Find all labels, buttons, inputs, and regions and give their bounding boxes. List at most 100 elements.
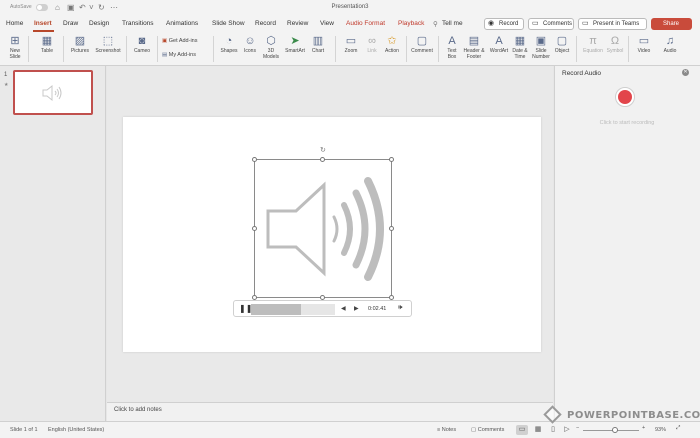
resize-handle[interactable] [389, 226, 394, 231]
slide-thumbnail[interactable] [13, 70, 93, 115]
record-button[interactable]: ◉ Record [484, 18, 524, 30]
comment-button[interactable]: ▢ Comment [410, 34, 434, 54]
zoom-level[interactable]: 93% [655, 427, 666, 433]
slide-number-button[interactable]: ▣ Slide Number [530, 34, 552, 60]
resize-handle[interactable] [252, 226, 257, 231]
video-icon: ▭ [638, 35, 650, 47]
pictures-button[interactable]: ▨ Pictures [68, 34, 92, 54]
equation-label: Equation [583, 48, 603, 54]
3d-models-button[interactable]: ⬡ 3D Models [260, 34, 282, 60]
animation-star-icon: ★ [4, 82, 9, 88]
comment-label: Comment [411, 48, 433, 54]
thumbnail-pane [0, 66, 106, 421]
resize-handle[interactable] [320, 157, 325, 162]
tab-insert[interactable]: Insert [34, 20, 52, 27]
tell-me[interactable]: Tell me [442, 20, 463, 27]
get-addins-button[interactable]: ▣ Get Add-ins [162, 38, 197, 45]
zoom-label: Zoom [344, 48, 358, 54]
tab-home[interactable]: Home [6, 20, 23, 27]
resize-handle[interactable] [389, 157, 394, 162]
new-slide-label: New Slide [9, 48, 21, 60]
link-button[interactable]: ∞ Link [363, 34, 381, 54]
resize-handle[interactable] [252, 157, 257, 162]
comment-icon: ▢ [416, 35, 428, 47]
comments-button[interactable]: ▭ Comments [528, 18, 574, 30]
notes-pane[interactable]: Click to add notes [107, 402, 553, 421]
close-icon[interactable]: ✕ [682, 69, 689, 76]
tab-slide-show[interactable]: Slide Show [212, 20, 245, 27]
slide-count: Slide 1 of 1 [10, 427, 38, 433]
chart-label: Chart [311, 48, 325, 54]
ribbon-divider [576, 36, 577, 62]
tab-audio-format[interactable]: Audio Format [346, 20, 385, 27]
new-slide-icon: ⊞ [10, 35, 20, 47]
shapes-button[interactable]: ◔ Shapes [218, 34, 240, 54]
link-icon: ∞ [368, 35, 376, 47]
record-audio-button[interactable] [615, 87, 635, 107]
tab-draw[interactable]: Draw [63, 20, 78, 27]
tab-playback[interactable]: Playback [398, 20, 424, 27]
pictures-label: Pictures [70, 48, 90, 54]
smartart-button[interactable]: ➤ SmartArt [283, 34, 307, 54]
tab-animations[interactable]: Animations [166, 20, 198, 27]
cube-icon: ⬡ [266, 35, 276, 47]
table-button[interactable]: ▦ Table [36, 34, 58, 54]
action-button[interactable]: ✩ Action [382, 34, 402, 54]
present-teams-label: Present in Teams [593, 21, 640, 27]
skip-back-icon[interactable]: ◀ [341, 306, 346, 312]
volume-icon[interactable]: 🕪 [398, 304, 402, 311]
skip-forward-icon[interactable]: ▶ [354, 306, 359, 312]
ribbon-divider [406, 36, 407, 62]
chart-button[interactable]: ▥ Chart [308, 34, 328, 54]
zoom-slider-track[interactable] [583, 430, 639, 431]
share-button[interactable]: Share [651, 18, 692, 30]
slide-number-label: Slide Number [532, 48, 550, 60]
zoom-button[interactable]: ▭ Zoom [340, 34, 362, 54]
tab-transitions[interactable]: Transitions [122, 20, 154, 27]
notes-toggle[interactable]: ≡ Notes [437, 427, 456, 433]
comments-label: Comments [543, 21, 573, 27]
tab-review[interactable]: Review [287, 20, 308, 27]
normal-view-button[interactable]: ▭ [516, 425, 528, 435]
language-status[interactable]: English (United States) [48, 427, 104, 433]
selection-box[interactable] [254, 159, 392, 298]
audio-progress-track[interactable] [251, 304, 335, 315]
date-time-button[interactable]: ▦ Date & Time [511, 34, 529, 60]
new-slide-button[interactable]: ⊞ New Slide [5, 34, 25, 60]
share-label: Share [663, 21, 680, 27]
tab-design[interactable]: Design [89, 20, 109, 27]
cameo-button[interactable]: ◙ Cameo [131, 34, 153, 54]
equation-button[interactable]: π Equation [580, 34, 606, 54]
symbol-button[interactable]: Ω Symbol [605, 34, 625, 54]
comment-icon: ▭ [532, 20, 539, 27]
tab-view[interactable]: View [320, 20, 334, 27]
object-button[interactable]: ▢ Object [552, 34, 572, 54]
comments-toggle[interactable]: ▢ Comments [471, 427, 504, 433]
ribbon-divider [157, 36, 158, 62]
audio-button[interactable]: ♫ Audio [659, 34, 681, 54]
text-box-button[interactable]: A Text Box [443, 34, 461, 60]
rotate-handle-icon[interactable]: ↻ [320, 147, 326, 154]
screenshot-icon: ⬚ [102, 35, 114, 47]
tab-record[interactable]: Record [255, 20, 276, 27]
text-box-icon: A [448, 35, 456, 47]
action-label: Action [385, 48, 399, 54]
watermark-text: POWERPOINTBASE.COM [567, 410, 700, 421]
video-button[interactable]: ▭ Video [634, 34, 654, 54]
zoom-slider-knob[interactable] [612, 427, 618, 433]
pi-icon: π [589, 35, 597, 47]
wordart-button[interactable]: A WordArt [487, 34, 511, 54]
present-in-teams-button[interactable]: ▭ Present in Teams [578, 18, 647, 30]
screenshot-button[interactable]: ⬚ Screenshot [93, 34, 123, 54]
zoom-icon: ▭ [345, 35, 357, 47]
ribbon-divider [213, 36, 214, 62]
my-addins-button[interactable]: ▤ My Add-ins [162, 52, 196, 59]
ribbon: ⊞ New Slide ▦ Table ▨ Pictures ⬚ Screenshot … [0, 32, 700, 66]
watermark: POWERPOINTBASE.COM [540, 405, 700, 427]
icons-button[interactable]: ☺ Icons [241, 34, 259, 54]
record-audio-title: Record Audio [562, 70, 602, 77]
video-label: Video [637, 48, 651, 54]
date-time-label: Date & Time [512, 48, 528, 60]
3d-models-label: 3D Models [262, 48, 280, 60]
header-footer-button[interactable]: ▤ Header & Footer [462, 34, 486, 60]
